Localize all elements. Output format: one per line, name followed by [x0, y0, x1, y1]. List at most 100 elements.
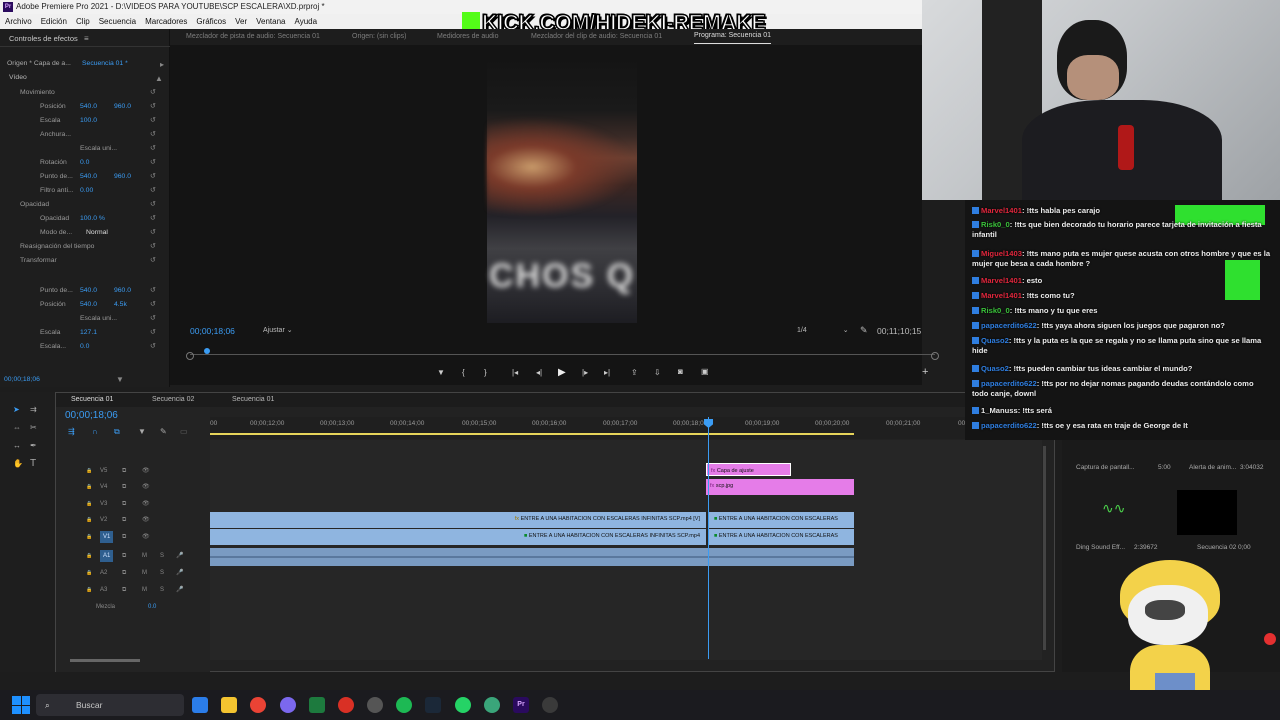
effect-row-value[interactable]: 0.0 — [80, 340, 89, 354]
tab-sequence-01b[interactable]: Secuencia 01 — [232, 393, 274, 407]
clip-v1-second[interactable]: ■ ENTRE A UNA HABITACION CON ESCALERAS — [708, 529, 854, 545]
timeline-playhead[interactable] — [708, 417, 709, 659]
project-item-10-name[interactable]: Alerta de anim... — [1189, 464, 1236, 471]
tab-audio-track-mixer[interactable]: Mezclador de pista de audio: Secuencia 0… — [186, 29, 320, 45]
obs-icon[interactable] — [542, 697, 558, 713]
play-icon[interactable]: ▸ — [160, 60, 164, 69]
effect-row[interactable]: Transformar ↺ — [0, 254, 170, 268]
chat-username[interactable]: papacerdito622 — [981, 379, 1037, 388]
lock-icon[interactable]: 🔒 — [86, 479, 92, 495]
reset-icon[interactable]: ↺ — [150, 312, 156, 326]
track-header[interactable]: 🔒 V3 ⧉ 👁 — [56, 496, 210, 512]
chat-username[interactable]: papacerdito622 — [981, 321, 1037, 330]
tab-audio-meters[interactable]: Medidores de audio — [437, 29, 499, 45]
effect-row[interactable]: Posición 540.0 4.5k ↺ — [0, 298, 170, 312]
reset-icon[interactable]: ↺ — [150, 240, 156, 254]
menu-clip[interactable]: Clip — [76, 17, 90, 26]
linked-selection-icon[interactable]: ⧉ — [114, 427, 120, 437]
effect-row[interactable]: Opacidad 100.0 % ↺ — [0, 212, 170, 226]
clip-v2-second[interactable]: ■ ENTRE A UNA HABITACION CON ESCALERAS — [708, 512, 854, 528]
menu-secuencia[interactable]: Secuencia — [99, 17, 136, 26]
reset-icon[interactable]: ↺ — [150, 212, 156, 226]
reset-icon[interactable]: ↺ — [150, 142, 156, 156]
menu-ventana[interactable]: Ventana — [256, 17, 285, 26]
program-scrubber[interactable] — [190, 354, 935, 355]
chrome-icon[interactable] — [250, 697, 266, 713]
lift-icon[interactable]: ⇪ — [631, 368, 638, 377]
tab-program[interactable]: Programa: Secuencia 01 — [694, 29, 772, 44]
steam-icon[interactable] — [425, 697, 441, 713]
sync-lock-icon[interactable]: ⧉ — [122, 479, 126, 495]
reset-icon[interactable]: ↺ — [150, 184, 156, 198]
spotify-icon[interactable] — [396, 697, 412, 713]
track-header[interactable]: 🔒 A3 ⧉ M S 🎤 — [56, 582, 210, 598]
menu-ver[interactable]: Ver — [235, 17, 247, 26]
effect-row-value[interactable]: 540.0 — [80, 284, 97, 298]
sync-lock-icon[interactable]: ⧉ — [122, 529, 126, 545]
effect-row-value[interactable]: 540.0 — [80, 298, 97, 312]
effect-row-value-2[interactable]: 960.0 — [114, 100, 131, 114]
timeline-timecode[interactable]: 00;00;18;06 — [65, 410, 118, 421]
effect-row-value[interactable]: Normal — [86, 226, 108, 240]
effect-row[interactable]: Reasignación del tiempo ↺ — [0, 240, 170, 254]
reset-icon[interactable]: ↺ — [150, 156, 156, 170]
add-button-icon[interactable]: + — [922, 366, 928, 378]
fit-dropdown[interactable]: Ajustar ⌄ — [263, 326, 293, 334]
effect-row[interactable]: Modo de... Normal ↺ — [0, 226, 170, 240]
lock-icon[interactable]: 🔒 — [86, 496, 92, 512]
mute-icon[interactable]: M — [142, 565, 147, 581]
effect-row-value[interactable]: 0.00 — [80, 184, 93, 198]
effect-row[interactable]: Anchura... ↺ — [0, 128, 170, 142]
effect-row[interactable]: Rotación 0.0 ↺ — [0, 156, 170, 170]
menu-archivo[interactable]: Archivo — [5, 17, 32, 26]
reset-icon[interactable]: ↺ — [150, 198, 156, 212]
sync-lock-icon[interactable]: ⧉ — [122, 582, 126, 598]
mix-value[interactable]: 0.0 — [148, 599, 156, 615]
effect-row[interactable]: Posición 540.0 960.0 ↺ — [0, 100, 170, 114]
effect-row-value[interactable]: 540.0 — [80, 170, 97, 184]
chat-username[interactable]: papacerdito622 — [981, 421, 1037, 430]
clip-a1-audio[interactable] — [210, 548, 854, 566]
effect-row[interactable]: Escala... 0.0 ↺ — [0, 340, 170, 354]
chat-username[interactable]: Risk0_0 — [981, 220, 1010, 229]
extract-icon[interactable]: ⇩ — [654, 368, 661, 377]
sync-lock-icon[interactable]: ⧉ — [122, 565, 126, 581]
clip-v2-main[interactable]: fx ENTRE A UNA HABITACION CON ESCALERAS … — [210, 512, 706, 528]
timeline-marker-icon[interactable]: ▼ — [138, 427, 146, 436]
premiere-taskbar-icon[interactable]: Pr — [513, 697, 529, 713]
track-header[interactable]: 🔒 V1 ⧉ 👁 — [56, 529, 210, 545]
eye-icon[interactable]: 👁 — [142, 529, 150, 545]
lock-icon[interactable]: 🔒 — [86, 463, 92, 479]
lock-icon[interactable]: 🔒 — [86, 548, 92, 564]
reset-icon[interactable]: ↺ — [150, 86, 156, 100]
nest-icon[interactable]: ⇶ — [68, 427, 75, 436]
solo-icon[interactable]: S — [160, 548, 164, 564]
clip-adjustment-layer[interactable]: fx Capa de ajuste — [706, 463, 791, 476]
reset-icon[interactable]: ↺ — [150, 284, 156, 298]
reset-icon[interactable]: ↺ — [150, 114, 156, 128]
effect-row[interactable]: Movimiento ↺ — [0, 86, 170, 100]
sync-lock-icon[interactable]: ⧉ — [122, 512, 126, 528]
sequence-label[interactable]: Secuencia 01 * — [82, 60, 128, 67]
effect-row[interactable]: Opacidad ↺ — [0, 198, 170, 212]
wrench-icon[interactable]: ✎ — [860, 325, 868, 336]
effect-row-value-2[interactable]: 960.0 — [114, 284, 131, 298]
track-header[interactable]: 🔒 A2 ⧉ M S 🎤 — [56, 565, 210, 581]
app-red-icon[interactable] — [338, 697, 354, 713]
snap-icon[interactable]: ∩ — [92, 427, 98, 436]
eye-icon[interactable]: 👁 — [142, 512, 150, 528]
mic-icon[interactable]: 🎤 — [176, 565, 183, 581]
windows-start-icon[interactable] — [12, 696, 30, 714]
effect-row[interactable]: Escala 100.0 ↺ — [0, 114, 170, 128]
track-select-icon[interactable]: ⇉ — [30, 405, 37, 414]
chat-username[interactable]: 1_Manuss — [981, 406, 1018, 415]
reset-icon[interactable]: ↺ — [150, 128, 156, 142]
eye-icon[interactable]: 👁 — [142, 496, 150, 512]
selection-tool-icon[interactable]: ➤ — [13, 405, 20, 414]
browser-icon[interactable] — [484, 697, 500, 713]
slip-tool-icon[interactable]: ↔ — [13, 441, 21, 450]
solo-icon[interactable]: S — [160, 582, 164, 598]
reset-icon[interactable]: ↺ — [150, 226, 156, 240]
chat-username[interactable]: Quaso2 — [981, 336, 1009, 345]
effect-row[interactable]: Escala 127.1 ↺ — [0, 326, 170, 340]
